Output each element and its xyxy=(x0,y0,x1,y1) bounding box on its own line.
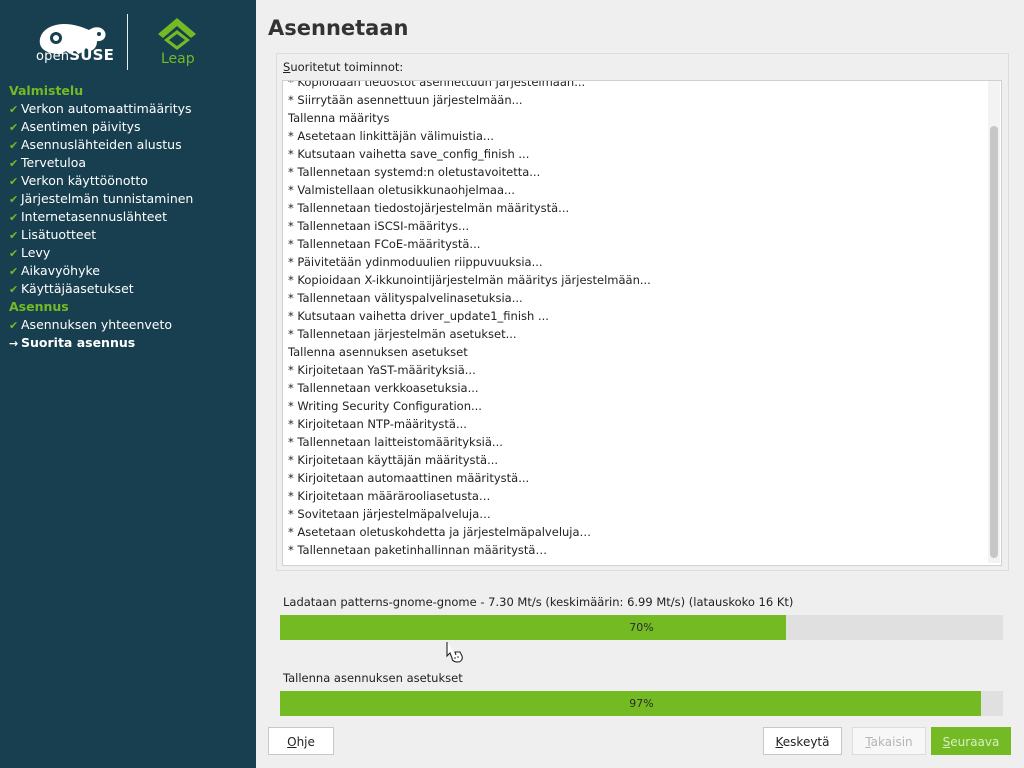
sidebar-step-label: Verkon käyttöönotto xyxy=(21,173,148,188)
log-line: * Asetetaan linkittäjän välimuistia... xyxy=(288,129,494,143)
page-title: Asennetaan xyxy=(268,16,409,40)
logo-divider xyxy=(127,14,128,70)
log-line: * Kopioidaan tiedostot asennettuun järje… xyxy=(288,80,586,89)
log-line: * Kirjoitetaan YaST-määrityksiä... xyxy=(288,363,476,377)
check-icon: ✔ xyxy=(9,139,19,152)
stage-progress-percent: 97% xyxy=(629,697,654,710)
sidebar-step: ✔ Aikavyöhyke xyxy=(9,262,249,280)
log-line: * Kutsutaan vaihetta save_config_finish … xyxy=(288,147,530,161)
sidebar-step: ✔ Järjestelmän tunnistaminen xyxy=(9,190,249,208)
log-line: * Kirjoitetaan NTP-määritystä... xyxy=(288,417,467,431)
log-line: * Kutsutaan vaihetta driver_update1_fini… xyxy=(288,309,549,323)
sidebar-step-label: Levy xyxy=(21,245,51,260)
sidebar-step-label: Asentimen päivitys xyxy=(21,119,141,134)
sidebar-step-label: Asennuksen yhteenveto xyxy=(21,317,173,332)
log-line: * Kirjoitetaan käyttäjän määritystä... xyxy=(288,453,499,467)
log-line: * Tallennetaan järjestelmän asetukset... xyxy=(288,327,517,341)
sidebar-step-label: Järjestelmän tunnistaminen xyxy=(21,191,194,206)
log-content: * Kopioidaan tiedostot asennettuun järje… xyxy=(288,80,978,559)
back-button[interactable]: Takaisin xyxy=(852,727,926,755)
download-progress-bar: 70% xyxy=(280,615,1003,640)
logo-area: openSUSE Leap xyxy=(0,0,256,80)
sidebar-step: ✔ Asennuksen yhteenveto xyxy=(9,316,249,334)
log-line: * Kopioidaan X-ikkunointijärjestelmän mä… xyxy=(288,273,651,287)
sidebar-step: ✔ Käyttäjäasetukset xyxy=(9,280,249,298)
log-line: * Tallennetaan verkkoasetuksia... xyxy=(288,381,479,395)
log-label: Suoritetut toiminnot: xyxy=(283,60,404,74)
leap-logo-icon xyxy=(158,18,196,50)
log-line: * Kirjoitetaan määrärooliasetusta… xyxy=(288,489,491,503)
log-scrollbar[interactable] xyxy=(988,81,1000,563)
abort-button[interactable]: Keskeytä xyxy=(763,727,842,755)
actions-log[interactable]: * Kopioidaan tiedostot asennettuun järje… xyxy=(282,80,1002,566)
log-line: Tallenna määritys xyxy=(288,111,390,125)
sidebar-step: ✔ Asentimen päivitys xyxy=(9,118,249,136)
sidebar-step-label: Tervetuloa xyxy=(21,155,87,170)
check-icon: ✔ xyxy=(9,175,19,188)
installation-steps: Valmistelu ✔ Verkon automaattimääritys ✔ Ase… xyxy=(9,82,249,352)
sidebar-step-label: Aikavyöhyke xyxy=(21,263,100,278)
log-scrollbar-thumb[interactable] xyxy=(990,126,998,558)
sidebar-step-label: Internetasennuslähteet xyxy=(21,209,168,224)
stage-progress-bar: 97% xyxy=(280,691,1003,716)
opensuse-wordmark: openSUSE xyxy=(36,46,115,64)
log-line: * Tallennetaan tiedostojärjestelmän määr… xyxy=(288,201,570,215)
sidebar-step: ✔ Internetasennuslähteet xyxy=(9,208,249,226)
log-line: * Writing Security Configuration... xyxy=(288,399,482,413)
check-icon: ✔ xyxy=(9,121,19,134)
sidebar-step: ✔ Levy xyxy=(9,244,249,262)
check-icon: ✔ xyxy=(9,265,19,278)
log-line: * Tallennetaan systemd:n oletustavoitett… xyxy=(288,165,541,179)
sidebar-step-label: Käyttäjäasetukset xyxy=(21,281,134,296)
sidebar-step-label: Verkon automaattimääritys xyxy=(21,101,192,116)
check-icon: ✔ xyxy=(9,283,19,296)
sidebar-step: ✔ Verkon käyttöönotto xyxy=(9,172,249,190)
help-button[interactable]: Ohje xyxy=(268,727,334,755)
log-line: * Siirrytään asennettuun järjestelmään..… xyxy=(288,93,523,107)
log-line: * Tallennetaan paketinhallinnan määritys… xyxy=(288,543,547,557)
log-line: * Tallennetaan välityspalvelinasetuksia.… xyxy=(288,291,523,305)
log-line: * Tallennetaan iSCSI-määritys... xyxy=(288,219,470,233)
check-icon: ✔ xyxy=(9,103,19,116)
main-content: Asennetaan Suoritetut toiminnot: * Kopio… xyxy=(256,0,1024,768)
check-icon: ✔ xyxy=(9,157,19,170)
download-label: Ladataan patterns-gnome-gnome - 7.30 Mt/… xyxy=(283,595,794,609)
actions-panel: Suoritetut toiminnot: * Kopioidaan tiedo… xyxy=(276,53,1009,571)
sidebar-section-title: Asennus xyxy=(9,299,69,314)
log-line: Tallenna asennuksen asetukset xyxy=(288,345,468,359)
sidebar-step-label: Lisätuotteet xyxy=(21,227,97,242)
sidebar-step-label: Suorita asennus xyxy=(21,335,136,350)
sidebar-step-current: → Suorita asennus xyxy=(9,334,249,352)
download-progress-percent: 70% xyxy=(629,621,654,634)
log-line: * Tallennetaan FCoE-määritystä... xyxy=(288,237,481,251)
sidebar: openSUSE Leap Valmistelu ✔ Verkon automaat… xyxy=(0,0,256,768)
check-icon: ✔ xyxy=(9,247,19,260)
log-line: * Sovitetaan järjestelmäpalveluja… xyxy=(288,507,491,521)
sidebar-step: ✔ Tervetuloa xyxy=(9,154,249,172)
arrow-right-icon: → xyxy=(9,337,19,350)
check-icon: ✔ xyxy=(9,193,19,206)
log-line: * Valmistellaan oletusikkunaohjelmaa... xyxy=(288,183,515,197)
log-line: * Asetetaan oletuskohdetta ja järjestelm… xyxy=(288,525,592,539)
log-line: * Päivitetään ydinmoduulien riippuvuuksi… xyxy=(288,255,543,269)
mouse-cursor-icon xyxy=(446,642,463,663)
log-line: * Tallennetaan laitteistomäärityksiä... xyxy=(288,435,503,449)
sidebar-step: ✔ Asennuslähteiden alustus xyxy=(9,136,249,154)
sidebar-section-title: Valmistelu xyxy=(9,83,84,98)
next-button[interactable]: Seuraava xyxy=(931,727,1011,755)
stage-label: Tallenna asennuksen asetukset xyxy=(283,671,463,685)
sidebar-step: ✔ Lisätuotteet xyxy=(9,226,249,244)
sidebar-step-label: Asennuslähteiden alustus xyxy=(21,137,182,152)
check-icon: ✔ xyxy=(9,319,19,332)
leap-wordmark: Leap xyxy=(161,51,195,67)
check-icon: ✔ xyxy=(9,229,19,242)
sidebar-step: ✔ Verkon automaattimääritys xyxy=(9,100,249,118)
check-icon: ✔ xyxy=(9,211,19,224)
log-line: * Kirjoitetaan automaattinen määritystä.… xyxy=(288,471,530,485)
